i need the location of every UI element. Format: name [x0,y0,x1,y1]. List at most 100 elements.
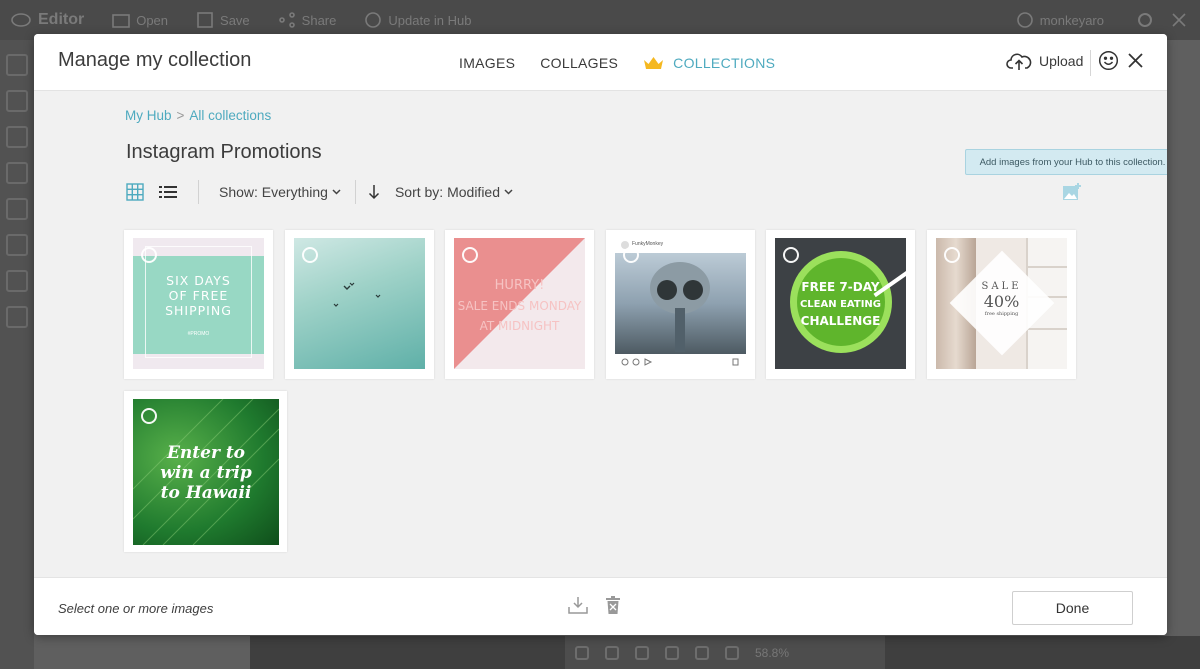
image-card[interactable]: Enter to win a trip to Hawaii [124,391,287,552]
hub-icon [365,12,382,28]
add-images-button[interactable] [1062,183,1082,206]
folder-icon [112,14,131,28]
grid-view-icon [126,183,144,201]
select-circle[interactable] [141,247,157,263]
editor-bottom-bar: 58.8% [565,636,885,669]
select-circle[interactable] [302,247,318,263]
thumbnail-text: SALE [981,281,1022,292]
select-circle[interactable] [462,247,478,263]
toolbar-divider [198,180,199,204]
modal-footer: Select one or more images Done [34,577,1167,635]
tab-collages-label: COLLAGES [540,54,619,71]
done-button[interactable]: Done [1012,591,1133,625]
redo-icon [635,645,649,660]
undo-icon [605,645,619,660]
tool-icon [6,234,28,256]
upload-label: Upload [1039,53,1084,69]
image-card[interactable]: FREE 7-DAY CLEAN EATING CHALLENGE [766,230,915,379]
user-icon [1016,12,1033,28]
thumbnail-text: to Hawaii [160,483,252,503]
share-menu: Share [278,12,337,28]
tab-collections[interactable]: COLLECTIONS [643,55,775,71]
tool-icon [6,126,28,148]
user-menu: monkeyaro [1016,11,1104,29]
save-menu: Save [196,12,250,28]
gear-icon [1138,13,1152,27]
thumbnail-tag: #PROMO [187,331,210,337]
select-circle[interactable] [783,247,799,263]
editor-left-toolbar [0,40,34,669]
zoom-out-icon [695,645,709,660]
breadcrumb-separator: > [176,108,185,123]
compare-icon [665,645,679,660]
tool-icon [6,306,28,328]
modal-header: Manage my collection IMAGES COLLAGES COL… [34,34,1167,91]
modal-title: Manage my collection [58,49,252,71]
list-view-button[interactable] [159,185,177,199]
modal-tabs: IMAGES COLLAGES COLLECTIONS [459,34,775,91]
thumbnail-text: free shipping [984,311,1019,317]
thumbnail-text: FREE 7-DAY [801,280,880,294]
download-icon[interactable] [568,596,588,619]
select-circle[interactable] [944,247,960,263]
thumbnail-text: Enter to [166,443,246,463]
thumbnail-text: AT MIDNIGHT [479,319,560,333]
image-card[interactable]: SALE 40% free shipping [927,230,1076,379]
share-label: Share [301,12,337,28]
sort-direction-button[interactable] [368,184,380,200]
post-action-icons [621,358,739,366]
save-icon [197,12,213,28]
trash-icon[interactable] [606,596,620,619]
collection-toolbar: Show: Everything Sort by: Modified [126,179,513,205]
layers-icon [575,645,589,660]
thumbnail-text: 40% [983,292,1020,311]
close-icon[interactable] [1128,53,1143,73]
thumbnail-text: SALE ENDS MONDAY [457,299,582,313]
tab-collages[interactable]: COLLAGES [540,55,618,71]
monkey-logo-icon [11,13,31,27]
breadcrumb-all-collections[interactable]: All collections [189,108,271,123]
chevron-down-icon [332,189,341,195]
image-card[interactable]: FunkyMonkey [606,230,755,379]
thumbnail-text: CLEAN EATING [799,299,882,310]
app-name: Editor [38,11,85,28]
breadcrumb-my-hub[interactable]: My Hub [125,108,172,123]
tab-images-label: IMAGES [459,54,516,71]
tool-icon [6,90,28,112]
save-label: Save [220,12,250,28]
tool-icon [6,198,28,220]
thumbnail-text: OF FREE [168,288,229,303]
upload-button[interactable]: Upload [1006,51,1083,71]
thumbnail-text: win a trip [160,463,252,483]
open-label: Open [136,12,169,28]
binocular-illustration [650,262,710,352]
header-divider [1090,50,1091,76]
cloud-upload-icon [1006,53,1032,70]
feedback-smiley-icon[interactable] [1098,50,1119,76]
tool-icon [6,270,28,292]
tab-images[interactable]: IMAGES [459,55,515,71]
grid-view-button[interactable] [126,183,144,201]
tool-icon [6,54,28,76]
select-circle[interactable] [623,247,639,263]
thumbnail-text: CHALLENGE [800,314,881,328]
breadcrumb: My Hub > All collections [125,108,271,123]
birds-illustration [333,282,381,307]
image-card[interactable]: HURRY! SALE ENDS MONDAY AT MIDNIGHT [445,230,594,379]
show-filter-dropdown[interactable]: Show: Everything [219,184,341,200]
share-icon [278,12,295,28]
list-view-icon [159,186,177,198]
image-card[interactable] [285,230,434,379]
zoom-level: 58.8% [755,645,790,660]
tab-collections-label: COLLECTIONS [673,54,776,71]
show-filter-label: Show: Everything [219,184,328,200]
selection-hint: Select one or more images [58,601,214,616]
select-circle[interactable] [141,408,157,424]
image-card[interactable]: SIX DAYS OF FREE SHIPPING #PROMO [124,230,273,379]
close-icon [1172,13,1186,27]
thumbnail-text: SIX DAYS [166,273,231,288]
footer-actions [568,596,620,619]
sort-dropdown[interactable]: Sort by: Modified [395,184,513,200]
update-label: Update in Hub [388,12,472,28]
user-label: monkeyaro [1039,12,1104,28]
